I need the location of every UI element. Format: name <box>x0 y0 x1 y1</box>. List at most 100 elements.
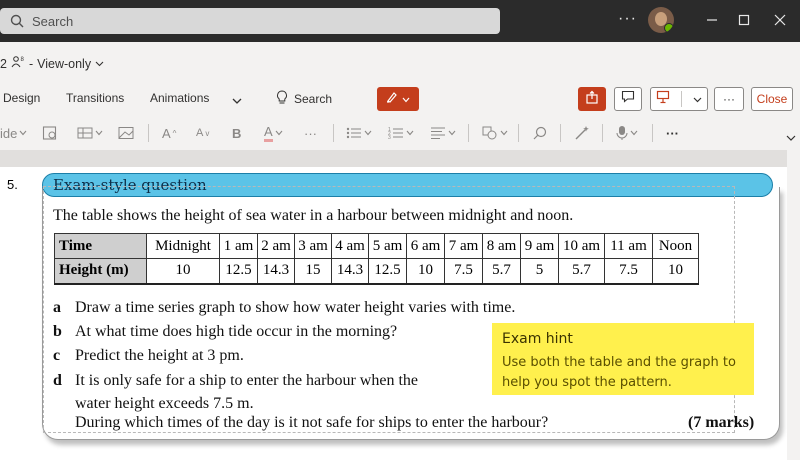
numbering-icon[interactable]: 123 <box>388 123 414 143</box>
data-table: Time Midnight 1 am 2 am 3 am 4 am 5 am 6… <box>54 233 699 285</box>
svg-text:8: 8 <box>20 57 24 63</box>
share-button[interactable] <box>578 87 606 111</box>
question-letter: c <box>53 347 61 364</box>
table-cell: 11 am <box>604 233 653 259</box>
chevron-down-icon <box>693 90 702 108</box>
present-divider <box>680 91 682 107</box>
bold-icon[interactable]: B <box>232 123 241 143</box>
chevron-down-icon <box>95 57 104 71</box>
table-cell: Noon <box>652 233 699 259</box>
slide[interactable]: 5. Exam-style question The table shows t… <box>0 167 787 460</box>
question-part-b: b At what time does high tide occur in t… <box>53 323 397 341</box>
shapes-icon[interactable] <box>482 123 508 143</box>
draw-pen-button[interactable] <box>377 87 419 111</box>
view-mode-label: View-only <box>37 56 92 71</box>
maximize-button[interactable] <box>732 9 756 31</box>
separator-dash: - <box>28 56 34 71</box>
table-cell: 1 am <box>219 233 258 259</box>
more-tabs-chevron-icon[interactable] <box>232 94 242 108</box>
toolbar-divider <box>148 124 149 142</box>
vertical-scrollbar[interactable] <box>787 150 800 460</box>
table-cell: 5.7 <box>558 258 605 285</box>
question-part-a: a Draw a time series graph to show how w… <box>53 299 515 317</box>
question-text: Predict the height at 3 pm. <box>75 347 244 364</box>
more-options-button[interactable]: ··· <box>618 10 637 28</box>
table-cell: 7.5 <box>444 258 483 285</box>
picture-icon[interactable] <box>118 123 134 143</box>
title-bar: Search ··· <box>0 0 800 42</box>
table-icon[interactable] <box>77 123 103 143</box>
ribbon-search-label: Search <box>294 92 333 106</box>
question-part-d-line2: water height exceeds 7.5 m. <box>75 395 254 412</box>
formatting-toolbar: ide A ^ Av B A ··· 123 ··· <box>0 116 800 151</box>
increase-font-size-icon[interactable]: A ^ <box>162 123 176 143</box>
table-cell: 12.5 <box>219 258 258 285</box>
presence-available-icon <box>664 23 674 33</box>
question-text: At what time does high tide occur in the… <box>75 323 398 340</box>
more-toolbar-options-icon[interactable]: ··· <box>666 123 679 143</box>
tab-design[interactable]: Design <box>3 91 40 105</box>
table-header-time: Time <box>54 233 147 259</box>
ribbon-search[interactable]: Search <box>276 90 332 108</box>
people-icon: 8 <box>11 55 25 72</box>
tab-animations[interactable]: Animations <box>150 91 209 105</box>
designer-wand-icon[interactable] <box>574 123 590 143</box>
avatar[interactable] <box>648 7 674 33</box>
tab-transitions[interactable]: Transitions <box>66 91 124 105</box>
dictate-microphone-icon[interactable] <box>616 123 638 143</box>
close-window-button[interactable] <box>768 9 792 31</box>
table-cell: 10 <box>406 258 445 285</box>
comment-button[interactable] <box>614 87 642 111</box>
search-placeholder: Search <box>32 13 74 29</box>
search-input[interactable]: Search <box>0 8 500 34</box>
collapse-ribbon-chevron-icon[interactable] <box>786 128 796 148</box>
close-button[interactable]: Close <box>751 87 793 111</box>
table-cell: 2 am <box>257 233 295 259</box>
table-cell: Midnight <box>146 233 220 259</box>
question-text: It is only safe for a ship to enter the … <box>75 372 419 389</box>
document-bar: 2 8 - View-only <box>0 42 800 82</box>
bullets-icon[interactable] <box>346 123 372 143</box>
table-cell: 5 <box>520 258 559 285</box>
toolbar-divider <box>652 124 653 142</box>
share-icon <box>585 90 599 109</box>
new-slide-fragment[interactable]: ide <box>0 123 27 143</box>
find-icon[interactable] <box>532 123 548 143</box>
font-color-icon[interactable]: A <box>264 123 283 143</box>
decrease-font-size-icon[interactable]: Av <box>196 123 209 143</box>
question-part-d: d It is only safe for a ship to enter th… <box>53 372 418 390</box>
lightbulb-icon <box>276 90 288 108</box>
table-cell: 4 am <box>331 233 369 259</box>
align-text-icon[interactable] <box>430 123 456 143</box>
slide-canvas: 5. Exam-style question The table shows t… <box>0 150 800 460</box>
question-letter: a <box>53 299 61 316</box>
minimize-button[interactable] <box>700 9 724 31</box>
question-part-d-line3: During which times of the day is it not … <box>75 414 549 431</box>
layout-icon[interactable] <box>42 123 58 143</box>
question-number: 5. <box>7 177 18 192</box>
marks-label: (7 marks) <box>688 414 755 431</box>
present-button[interactable] <box>650 87 708 111</box>
table-cell: 10 <box>146 258 220 285</box>
table-cell: 3 am <box>294 233 332 259</box>
table-cell: 9 am <box>520 233 559 259</box>
more-font-options-icon[interactable]: ··· <box>304 123 317 143</box>
table-cell: 14.3 <box>257 258 295 285</box>
toolbar-divider <box>602 124 603 142</box>
present-icon <box>656 90 670 109</box>
toolbar-left-label: ide <box>0 125 18 141</box>
more-actions-button[interactable]: ··· <box>714 87 744 111</box>
document-title[interactable]: 2 8 - View-only <box>0 55 104 72</box>
table-cell: 12.5 <box>368 258 407 285</box>
question-part-c: c Predict the height at 3 pm. <box>53 347 244 365</box>
table-cell: 7 am <box>444 233 483 259</box>
table-cell: 6 am <box>406 233 445 259</box>
table-header-height: Height (m) <box>54 258 147 285</box>
table-cell: 10 am <box>558 233 605 259</box>
svg-text:3: 3 <box>388 135 391 140</box>
chevron-down-icon <box>402 90 410 108</box>
search-icon <box>10 14 24 28</box>
table-cell: 5 am <box>368 233 407 259</box>
question-intro: The table shows the height of sea water … <box>53 207 574 224</box>
table-cell: 15 <box>294 258 332 285</box>
